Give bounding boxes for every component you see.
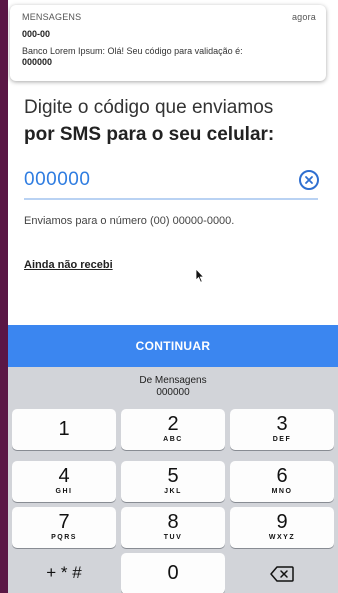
notification-body: Banco Lorem Ipsum: Olá! Seu código para … [22,46,243,56]
key-0[interactable]: 0 [121,553,225,593]
key-8[interactable]: 8 TUV [121,507,225,548]
key-3[interactable]: 3 DEF [230,409,334,450]
title-line-2: por SMS para o seu celular: [24,124,275,145]
backspace-icon [270,566,294,582]
notification-time: agora [291,12,316,22]
resend-link[interactable]: Ainda não recebi [24,259,113,271]
suggestion-code: 000000 [156,387,190,398]
suggestion-source: De Mensagens [139,375,207,386]
sms-notification[interactable]: MENSAGENS agora 000-00 Banco Lorem Ipsum… [10,5,326,81]
key-5[interactable]: 5 JKL [121,461,225,502]
mouse-pointer-icon [195,267,205,289]
notification-app-name: MENSAGENS [22,12,82,22]
continue-button[interactable]: CONTINUAR [8,325,338,367]
autofill-suggestion[interactable]: De Mensagens 000000 [8,367,338,405]
numeric-keyboard: De Mensagens 000000 1 2 ABC 3 DEF 4 GHI … [8,367,338,593]
screen: MENSAGENS agora 000-00 Banco Lorem Ipsum… [8,0,338,593]
clear-input-button[interactable] [299,170,319,190]
key-1[interactable]: 1 [12,409,116,450]
close-icon [305,176,313,184]
key-7[interactable]: 7 PQRS [12,507,116,548]
key-2[interactable]: 2 ABC [121,409,225,450]
key-9[interactable]: 9 WXYZ [230,507,334,548]
notification-header: MENSAGENS agora [22,12,316,22]
key-symbols[interactable]: + * # [12,553,116,593]
page-title: Digite o código que enviamos por SMS par… [24,94,324,148]
notification-code: 000000 [22,57,53,67]
title-line-1: Digite o código que enviamos [24,97,274,118]
verification-code-input[interactable] [24,166,274,194]
sent-to-text: Enviamos para o número (00) 00000-0000. [24,215,235,227]
key-6[interactable]: 6 MNO [230,461,334,502]
device-frame: MENSAGENS agora 000-00 Banco Lorem Ipsum… [0,0,338,593]
key-4[interactable]: 4 GHI [12,461,116,502]
code-field [24,166,319,200]
notification-sender: 000-00 [22,29,51,39]
delete-key[interactable] [230,553,334,593]
